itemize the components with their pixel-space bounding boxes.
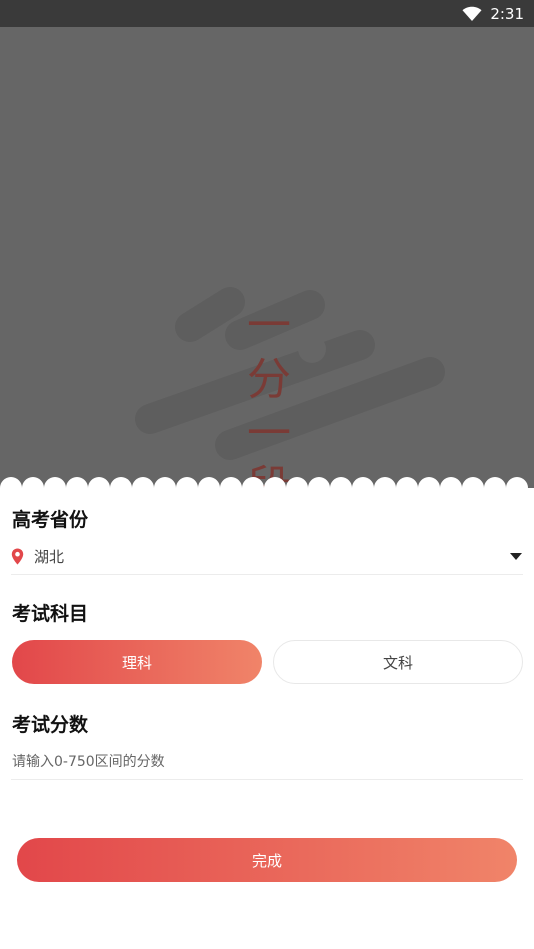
subject-arts-button[interactable]: 文科 xyxy=(273,640,523,684)
province-select[interactable]: 湖北 xyxy=(11,539,523,575)
hero-banner: 一分一段 xyxy=(0,27,534,497)
subject-heading: 考试科目 xyxy=(12,603,89,625)
subject-science-button[interactable]: 理科 xyxy=(12,640,262,684)
dropdown-caret-icon[interactable] xyxy=(510,552,522,561)
scallop-divider xyxy=(0,477,534,498)
score-form: 高考省份 湖北 考试科目 理科 文科 考试分数 完成 xyxy=(0,497,534,949)
score-heading: 考试分数 xyxy=(12,714,89,736)
hero-title: 一分一段 xyxy=(247,300,291,497)
wifi-icon xyxy=(462,6,482,21)
score-input[interactable] xyxy=(11,750,523,780)
province-value: 湖北 xyxy=(34,548,65,566)
province-heading: 高考省份 xyxy=(12,509,89,531)
status-bar: 2:31 xyxy=(0,0,534,27)
location-pin-icon xyxy=(11,548,24,565)
done-button[interactable]: 完成 xyxy=(17,838,517,882)
status-time: 2:31 xyxy=(490,4,524,23)
